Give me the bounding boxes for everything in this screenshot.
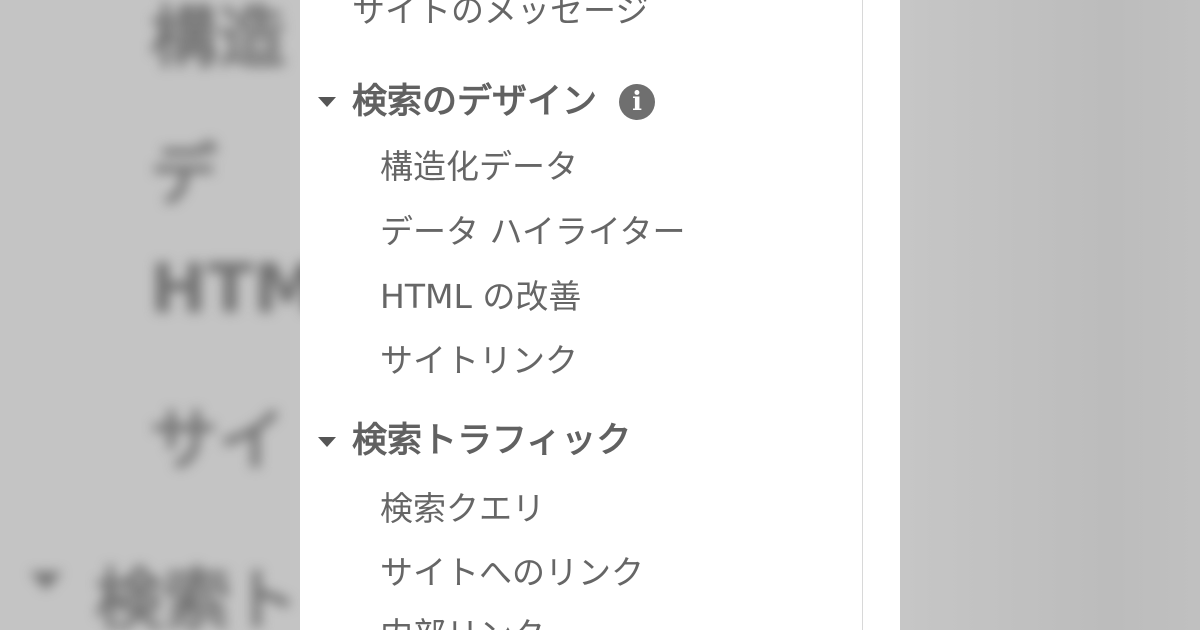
nav-item-sitelinks[interactable]: サイトリンク <box>380 344 578 377</box>
nav-section-search-appearance[interactable]: 検索のデザイン i <box>318 81 656 122</box>
blurred-text: デ <box>150 137 219 216</box>
blurred-layer: 構造 デ HTM サイ 検索ト <box>0 0 300 630</box>
blurred-backdrop-right <box>900 0 1200 630</box>
nav-section-search-traffic[interactable]: 検索トラフィック <box>318 424 631 459</box>
panel-gutter <box>863 0 900 630</box>
nav-item-links-to-site[interactable]: サイトへのリンク <box>380 556 644 589</box>
nav-item-html-improvements[interactable]: HTML の改善 <box>380 280 581 313</box>
nav-section-label: 検索のデザイン <box>352 81 598 122</box>
blurred-text: サイ <box>150 402 287 481</box>
blurred-text: HTM <box>150 250 300 329</box>
caret-down-icon[interactable] <box>318 436 336 447</box>
nav-item-site-messages[interactable]: サイトのメッセージ <box>352 0 648 27</box>
blurred-backdrop-left: 構造 デ HTM サイ 検索ト <box>0 0 300 630</box>
nav-item-structured-data[interactable]: 構造化データ <box>380 150 578 183</box>
nav-section-label: 検索トラフィック <box>352 421 632 461</box>
blurred-caret-icon <box>30 572 62 590</box>
nav-item-search-queries[interactable]: 検索クエリ <box>380 492 545 525</box>
navigation-panel: サイトのメッセージ 検索のデザイン i 構造化データ データ ハイライター HT… <box>300 0 862 630</box>
blurred-text: 構造 <box>150 0 287 78</box>
blurred-text: 検索ト <box>95 562 300 630</box>
info-icon[interactable]: i <box>619 84 656 120</box>
nav-item-data-highlighter[interactable]: データ ハイライター <box>380 215 686 248</box>
nav-item-internal-links[interactable]: 内部リンク <box>380 618 545 630</box>
caret-down-icon[interactable] <box>318 97 336 107</box>
